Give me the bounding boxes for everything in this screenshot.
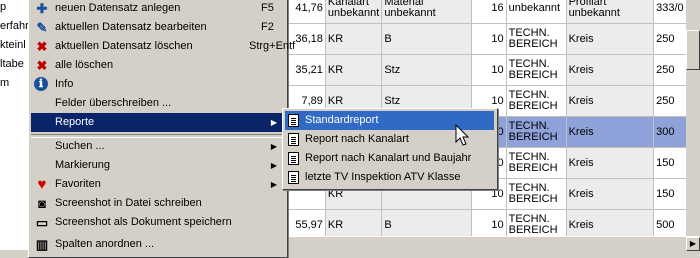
submenu-arrow-icon: ▶ — [270, 118, 277, 127]
menu-item-overwrite-fields[interactable]: Felder überschreiben ... — [31, 94, 283, 113]
delete-record-icon: ✖ — [36, 39, 48, 54]
scroll-right-icon[interactable]: ▶ — [686, 237, 700, 251]
table-cell[interactable]: TECHN. BEREICH — [505, 147, 567, 179]
submenu-arrow-icon: ▶ — [270, 180, 277, 189]
columns-icon: ▥ — [35, 237, 49, 252]
menu-item-search[interactable]: Suchen ... ▶ — [31, 137, 283, 156]
tree-item[interactable]: ltabe — [0, 55, 28, 74]
table-cell[interactable]: Kreis — [565, 54, 655, 86]
menu-item-reports[interactable]: Reporte ▶ — [31, 113, 283, 132]
menu-item-marking[interactable]: Markierung ▶ — [31, 156, 283, 175]
scroll-thumb[interactable] — [686, 30, 700, 70]
report-icon — [288, 152, 299, 165]
menu-item-arrange-columns[interactable]: ▥ Spalten anordnen ... — [31, 235, 283, 254]
table-cell[interactable]: Kreis — [565, 23, 655, 55]
table-cell[interactable]: 10 — [470, 23, 507, 55]
delete-all-icon: ✖ — [36, 58, 48, 73]
table-row[interactable]: 35,21 KR Stz 10 TECHN. BEREICH Kreis 250 — [287, 54, 700, 86]
horizontal-scrollbar[interactable]: ▶ — [287, 236, 700, 251]
table-cell[interactable]: 10 — [470, 54, 507, 86]
info-icon: ℹ — [34, 77, 50, 93]
report-icon — [288, 114, 299, 127]
menu-item-delete-record[interactable]: ✖ aktuellen Datensatz löschen Strg+Entf — [31, 37, 296, 56]
monitor-icon: ▭ — [35, 215, 49, 230]
tree-item[interactable]: p — [0, 0, 28, 17]
table-cell[interactable]: Kreis — [565, 178, 655, 210]
vertical-scrollbar[interactable] — [686, 0, 700, 236]
menu-item-info[interactable]: ℹ Info — [31, 75, 283, 94]
menu-item-screenshot-document[interactable]: ▭ Screenshot als Dokument speichern — [31, 213, 283, 232]
table-cell[interactable]: 41,76 — [287, 0, 326, 24]
table-cell[interactable]: Kreis — [565, 85, 655, 117]
table-cell[interactable]: Kanalart unbekannt — [324, 0, 383, 24]
heart-icon: ♥ — [37, 176, 47, 193]
edit-record-icon: ✎ — [36, 20, 48, 35]
menu-item-delete-all[interactable]: ✖ alle löschen — [31, 56, 283, 75]
table-cell[interactable]: TECHN. BEREICH — [505, 178, 567, 210]
submenu-arrow-icon: ▶ — [270, 161, 277, 170]
table-cell[interactable]: Material unbekannt — [381, 0, 472, 24]
table-cell[interactable]: 16 — [470, 0, 507, 24]
camera-icon: ◙ — [38, 196, 46, 211]
table-cell[interactable]: KR — [324, 23, 383, 55]
table-cell[interactable]: Kreis — [565, 147, 655, 179]
table-row[interactable]: 41,76 Kanalart unbekannt Material unbekann… — [287, 0, 700, 24]
menu-item-new-record[interactable]: ✚ neuen Datensatz anlegen F5 — [31, 0, 283, 18]
table-row[interactable]: 36,18 KR B 10 TECHN. BEREICH Kreis 250 — [287, 23, 700, 55]
reports-submenu: Standardreport Report nach Kanalart Repo… — [282, 108, 498, 190]
mouse-cursor-icon — [455, 124, 470, 146]
context-menu: ✚ neuen Datensatz anlegen F5 ✎ aktuellen… — [28, 0, 296, 258]
table-cell[interactable]: unbekannt — [505, 0, 567, 24]
tree-item[interactable]: m — [0, 74, 28, 93]
table-cell[interactable]: Kreis — [565, 116, 655, 148]
tree-item[interactable]: erfahr — [0, 17, 28, 36]
table-cell[interactable]: TECHN. BEREICH — [505, 23, 567, 55]
table-cell[interactable]: B — [381, 23, 472, 55]
report-icon — [288, 133, 299, 146]
submenu-item-report-channel-type-year[interactable]: Report nach Kanalart und Baujahr — [285, 149, 494, 168]
menu-item-screenshot-file[interactable]: ◙ Screenshot in Datei schreiben — [31, 194, 283, 213]
table-cell[interactable]: TECHN. BEREICH — [505, 85, 567, 117]
new-record-icon: ✚ — [36, 1, 48, 16]
table-cell[interactable]: KR — [324, 54, 383, 86]
report-icon — [288, 171, 299, 184]
menu-item-favorites[interactable]: ♥ Favoriten ▶ — [31, 175, 283, 194]
table-cell[interactable]: Profilart unbekannt — [565, 0, 655, 24]
tree-item[interactable]: kteinl — [0, 36, 28, 55]
table-cell[interactable]: TECHN. BEREICH — [505, 54, 567, 86]
submenu-item-last-tv-inspection[interactable]: letzte TV Inspektion ATV Klasse — [285, 168, 494, 187]
table-cell[interactable]: TECHN. BEREICH — [505, 116, 567, 148]
table-cell[interactable]: Stz — [381, 54, 472, 86]
table-cell[interactable]: 35,21 — [287, 54, 326, 86]
tree-pane: p erfahr kteinl ltabe m — [0, 0, 29, 250]
submenu-arrow-icon: ▶ — [270, 142, 277, 151]
menu-item-edit-record[interactable]: ✎ aktuellen Datensatz bearbeiten F2 — [31, 18, 283, 37]
